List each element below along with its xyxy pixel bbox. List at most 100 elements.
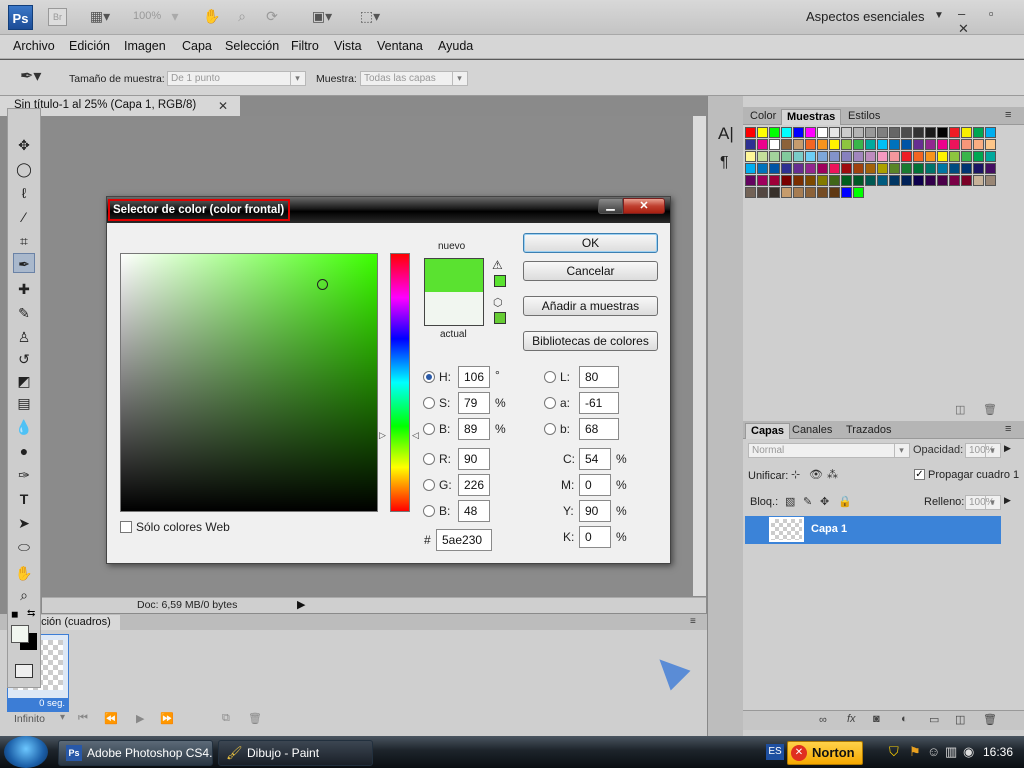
menu-vista[interactable]: Vista <box>334 39 362 53</box>
swatch-cell[interactable] <box>877 139 888 150</box>
ok-button[interactable]: OK <box>523 233 658 253</box>
eraser-tool-icon[interactable]: ◩ <box>13 371 35 391</box>
swatch-cell[interactable] <box>865 175 876 186</box>
swatch-cell[interactable] <box>973 151 984 162</box>
swatch-cell[interactable] <box>745 187 756 198</box>
red-radio[interactable] <box>423 453 435 465</box>
swatch-cell[interactable] <box>985 127 996 138</box>
dodge-tool-icon[interactable]: ● <box>13 441 35 461</box>
lab-b-input[interactable]: 68 <box>579 418 619 440</box>
magic-wand-tool-icon[interactable]: ⁄ <box>13 207 35 227</box>
swatch-cell[interactable] <box>973 175 984 186</box>
swatch-cell[interactable] <box>793 187 804 198</box>
swatch-cell[interactable] <box>961 163 972 174</box>
web-safe-color-swatch[interactable] <box>494 312 506 324</box>
layer-name[interactable]: Capa 1 <box>811 523 847 535</box>
swatch-cell[interactable] <box>841 187 852 198</box>
move-tool-icon[interactable]: ✥ <box>13 135 35 155</box>
unify-style-icon[interactable]: ⁂ <box>827 468 838 481</box>
swatch-cell[interactable] <box>781 127 792 138</box>
lab-b-radio[interactable] <box>544 423 556 435</box>
zoom-level[interactable]: 100% <box>133 10 161 22</box>
swatch-cell[interactable] <box>781 139 792 150</box>
swatch-cell[interactable] <box>877 163 888 174</box>
swatch-cell[interactable] <box>805 187 816 198</box>
swatch-cell[interactable] <box>925 139 936 150</box>
swatch-cell[interactable] <box>889 175 900 186</box>
marquee-tool-icon[interactable]: ◯ <box>13 159 35 179</box>
tab-color[interactable]: Color <box>745 109 781 125</box>
link-layers-icon[interactable]: ∞ <box>819 714 827 726</box>
panel-menu-icon[interactable]: ≡ <box>1005 109 1011 121</box>
eyedropper-tool-icon[interactable]: ✒ <box>13 253 35 273</box>
web-safe-warning-icon[interactable]: ⬡ <box>493 296 503 309</box>
swatch-cell[interactable] <box>901 175 912 186</box>
swatch-cell[interactable] <box>781 187 792 198</box>
green-radio[interactable] <box>423 479 435 491</box>
menu-ayuda[interactable]: Ayuda <box>438 39 473 53</box>
swatch-cell[interactable] <box>841 127 852 138</box>
hand-tool-icon[interactable]: ✋ <box>200 5 224 27</box>
swatch-cell[interactable] <box>769 127 780 138</box>
swatch-cell[interactable] <box>865 127 876 138</box>
zoom-tool-icon[interactable]: ⌕ <box>13 585 35 605</box>
lock-position-icon[interactable]: ✥ <box>820 495 829 508</box>
hue-slider[interactable] <box>390 253 410 512</box>
swatch-cell[interactable] <box>841 151 852 162</box>
swatch-cell[interactable] <box>985 139 996 150</box>
default-colors-icon[interactable]: ◼ <box>11 609 18 620</box>
fill-slider-arrow-icon[interactable]: ▶ <box>1004 495 1011 506</box>
swatch-cell[interactable] <box>865 163 876 174</box>
swatch-cell[interactable] <box>769 151 780 162</box>
user-icon[interactable]: ☺ <box>927 744 940 759</box>
tab-animation[interactable]: ación (cuadros) <box>32 615 120 630</box>
swatch-cell[interactable] <box>949 151 960 162</box>
lab-a-radio[interactable] <box>544 397 556 409</box>
brightness-radio[interactable] <box>423 423 435 435</box>
cyan-input[interactable]: 54 <box>579 448 611 470</box>
vertical-scrollbar[interactable] <box>693 116 706 596</box>
hue-slider-left-arrow-icon[interactable]: ▷ <box>379 430 386 441</box>
add-to-swatches-button[interactable]: Añadir a muestras <box>523 296 658 316</box>
swatch-cell[interactable] <box>841 163 852 174</box>
play-icon[interactable]: ▶ <box>136 712 144 725</box>
status-menu-arrow-icon[interactable]: ▶ <box>297 598 305 611</box>
swatch-cell[interactable] <box>769 163 780 174</box>
swatch-cell[interactable] <box>949 127 960 138</box>
swatch-cell[interactable] <box>937 175 948 186</box>
close-document-icon[interactable]: ✕ <box>218 99 228 113</box>
tab-paths[interactable]: Trazados <box>841 423 896 439</box>
swatch-cell[interactable] <box>913 163 924 174</box>
lock-pixels-icon[interactable]: ✎ <box>803 495 812 508</box>
type-tool-icon[interactable]: T <box>13 489 35 509</box>
swatch-cell[interactable] <box>961 127 972 138</box>
current-color-swatch[interactable] <box>424 292 484 326</box>
menu-archivo[interactable]: Archivo <box>13 39 55 53</box>
color-field[interactable] <box>120 253 378 512</box>
saturation-radio[interactable] <box>423 397 435 409</box>
web-colors-only-checkbox[interactable] <box>120 521 132 533</box>
swatch-cell[interactable] <box>925 175 936 186</box>
lab-a-input[interactable]: -61 <box>579 392 619 414</box>
swatch-cell[interactable] <box>937 127 948 138</box>
swatch-cell[interactable] <box>913 127 924 138</box>
swatch-cell[interactable] <box>793 175 804 186</box>
menu-capa[interactable]: Capa <box>182 39 212 53</box>
lock-transparency-icon[interactable]: ▧ <box>785 495 795 508</box>
swatch-cell[interactable] <box>829 139 840 150</box>
swatch-cell[interactable] <box>901 163 912 174</box>
menu-seleccion[interactable]: Selección <box>225 39 279 53</box>
opacity-slider-arrow-icon[interactable]: ▶ <box>1004 443 1011 454</box>
swatch-cell[interactable] <box>829 127 840 138</box>
brightness-input[interactable]: 89 <box>458 418 490 440</box>
swatch-cell[interactable] <box>805 151 816 162</box>
swatch-cell[interactable] <box>949 175 960 186</box>
adjustment-layer-icon[interactable]: ◐ <box>901 713 908 725</box>
opacity-input[interactable]: 100% <box>965 443 1001 458</box>
color-libraries-button[interactable]: Bibliotecas de colores <box>523 331 658 351</box>
swatch-cell[interactable] <box>757 127 768 138</box>
swatch-cell[interactable] <box>865 139 876 150</box>
first-frame-icon[interactable]: ⏮ <box>78 712 88 725</box>
swatch-cell[interactable] <box>817 127 828 138</box>
menu-imagen[interactable]: Imagen <box>124 39 166 53</box>
